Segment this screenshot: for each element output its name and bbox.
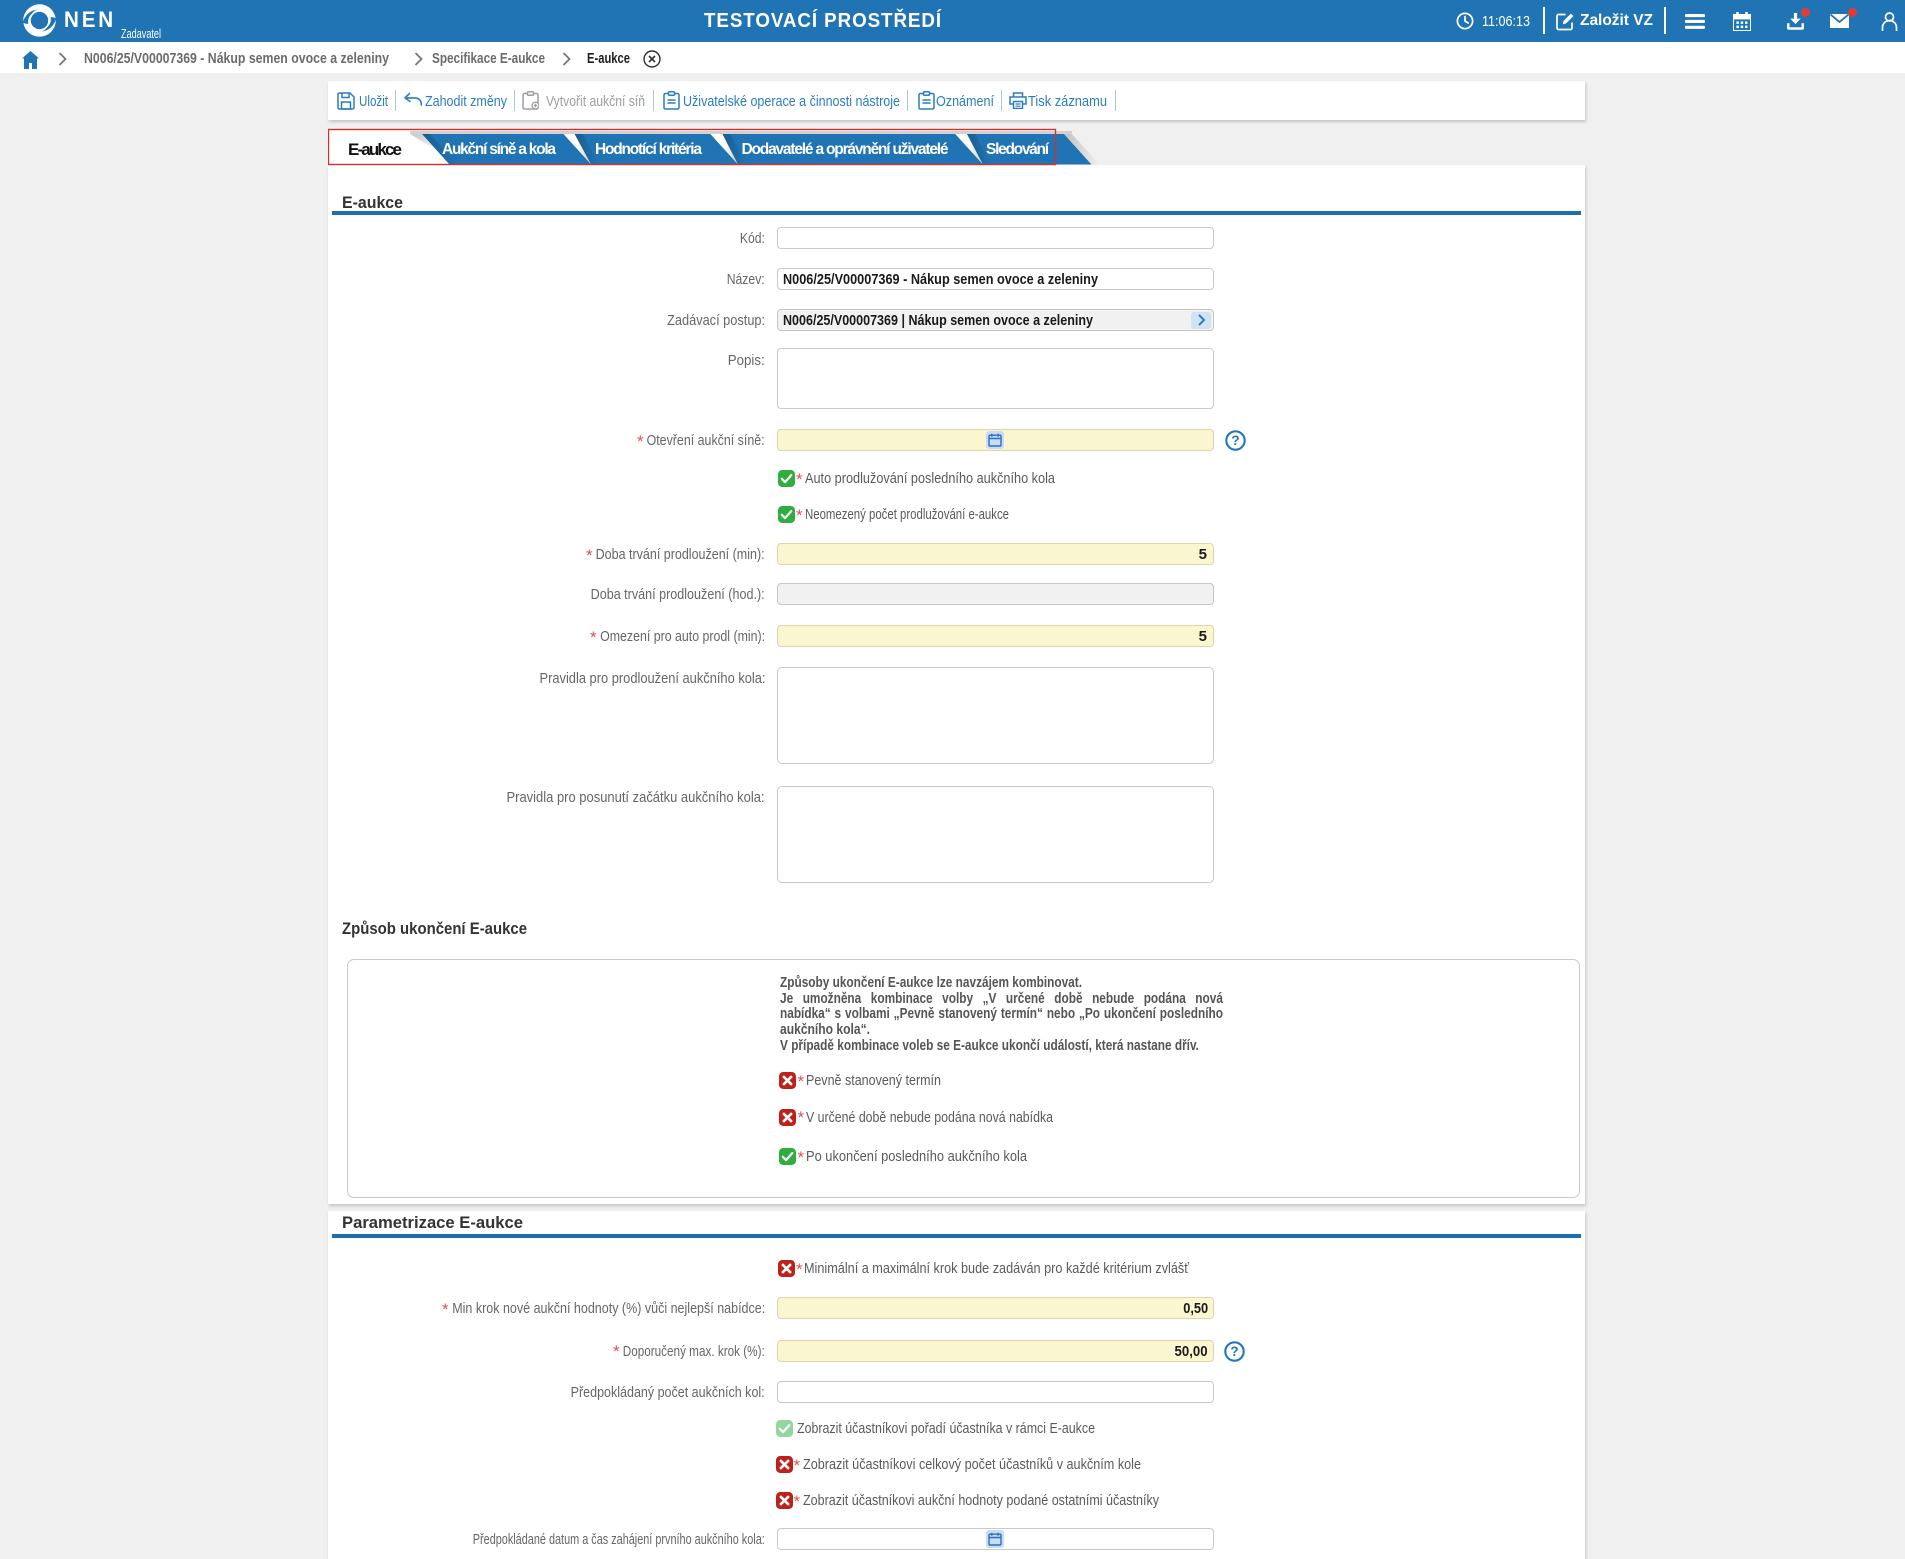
svg-text:Aukční síně a kola: Aukční síně a kola	[442, 141, 556, 158]
svg-text:Sledování: Sledování	[986, 141, 1050, 158]
svg-text:Dodavatelé a oprávnění uživate: Dodavatelé a oprávnění uživatelé	[742, 141, 949, 158]
svg-text:?: ?	[1231, 433, 1239, 448]
svg-text:?: ?	[1230, 1344, 1238, 1359]
svg-text:E-aukce: E-aukce	[348, 140, 402, 159]
svg-text:Hodnotící kritéria: Hodnotící kritéria	[595, 141, 702, 158]
